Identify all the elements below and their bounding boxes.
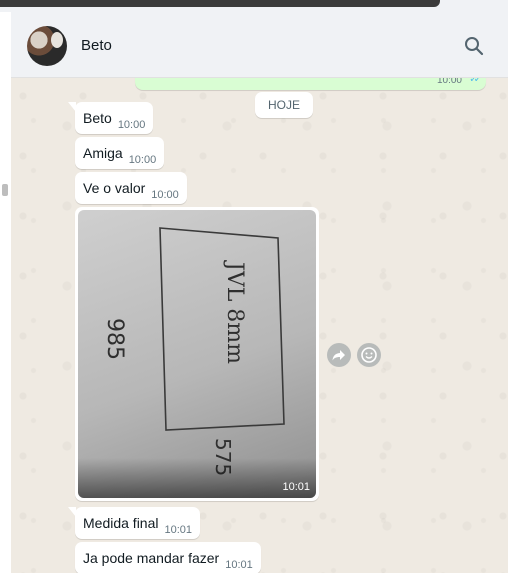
message-time: 10:01 (282, 481, 310, 493)
forward-icon[interactable] (327, 343, 351, 367)
handwritten-width: 985 (102, 318, 127, 360)
message-list[interactable]: 10:00 ✓✓ HOJE Beto 10:00 Amiga 10:00 Ve o … (11, 78, 508, 573)
date-divider: HOJE (255, 92, 314, 118)
message-time: 10:01 (164, 524, 193, 536)
outgoing-message-bubble[interactable]: 10:00 ✓✓ (135, 78, 486, 90)
message-text: Medida final (83, 515, 159, 531)
message-text: Beto (83, 110, 112, 126)
bubble-tail (68, 102, 76, 112)
message-time: 10:00 (117, 119, 146, 131)
incoming-message[interactable]: Beto 10:00 (68, 102, 154, 134)
incoming-message[interactable]: Ve o valor 10:00 (75, 172, 187, 204)
incoming-message[interactable]: Medida final 10:01 (68, 507, 201, 539)
bubble-tail (68, 507, 76, 517)
message-time: 10:00 (436, 78, 462, 86)
incoming-message[interactable]: Ja pode mandar fazer 10:01 (75, 542, 261, 573)
search-icon[interactable] (464, 36, 484, 56)
message-time: 10:00 (151, 189, 179, 201)
emoji-icon[interactable] (357, 343, 381, 367)
message-time: 10:00 (128, 154, 157, 166)
contact-name[interactable]: Beto (81, 37, 112, 54)
message-text: Ve o valor (83, 180, 146, 196)
resize-handle[interactable] (2, 184, 8, 196)
image-message[interactable]: 985 JVL 8mm 575 10:01 (75, 207, 319, 501)
browser-tab-bar (0, 0, 440, 7)
browser-top-strip (0, 0, 508, 12)
incoming-message[interactable]: Amiga 10:00 (75, 137, 165, 169)
double-check-icon: ✓✓ (469, 78, 482, 85)
message-text: Ja pode mandar fazer (83, 550, 220, 566)
message-text: Amiga (83, 145, 123, 161)
avatar[interactable] (27, 26, 67, 66)
photo-shade (78, 458, 316, 498)
chat-header[interactable]: Beto (11, 12, 508, 78)
handwritten-spec: JVL 8mm (222, 260, 247, 364)
sketch-drawing: 985 JVL 8mm 575 (102, 227, 285, 476)
message-time: 10:01 (225, 559, 253, 571)
message-photo[interactable]: 985 JVL 8mm 575 10:01 (78, 210, 316, 498)
